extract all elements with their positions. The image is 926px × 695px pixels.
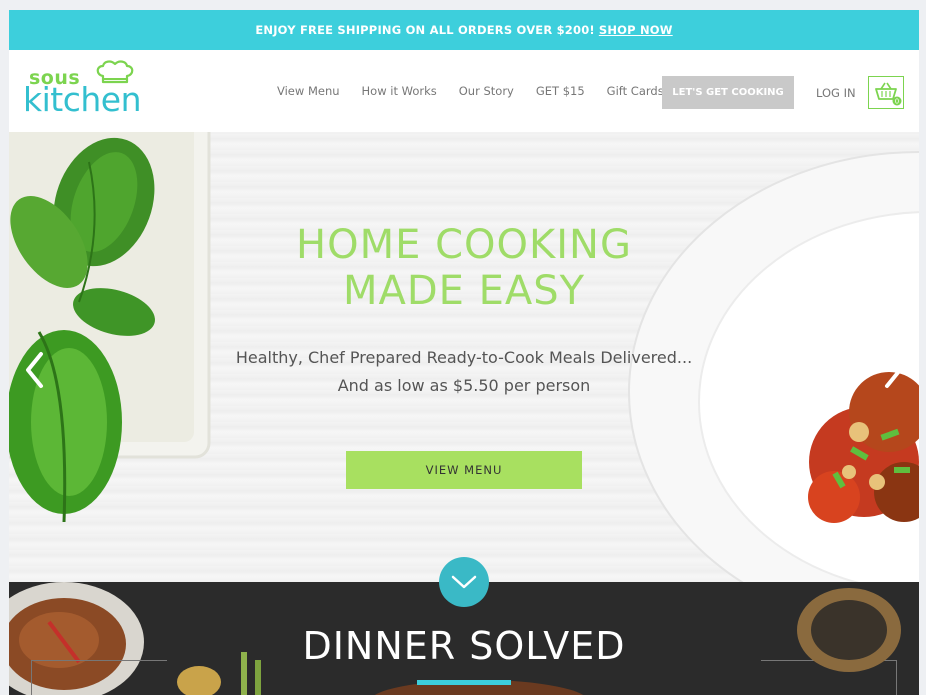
hero-title-line-2: MADE EASY bbox=[342, 268, 586, 314]
scroll-down-button[interactable] bbox=[439, 557, 489, 607]
cart-button[interactable]: 0 bbox=[868, 76, 904, 109]
main-nav: View Menu How it Works Our Story GET $15… bbox=[277, 50, 686, 132]
hero-subtitle: Healthy, Chef Prepared Ready-to-Cook Mea… bbox=[9, 344, 919, 400]
nav-get-15[interactable]: GET $15 bbox=[536, 84, 585, 98]
page-frame: ENJOY FREE SHIPPING ON ALL ORDERS OVER $… bbox=[9, 10, 919, 695]
lets-get-cooking-button[interactable]: LET'S GET COOKING bbox=[662, 76, 794, 109]
hero: HOME COOKING MADE EASY Healthy, Chef Pre… bbox=[9, 132, 919, 582]
promo-bar: ENJOY FREE SHIPPING ON ALL ORDERS OVER $… bbox=[9, 10, 919, 50]
logo[interactable]: sous kitchen bbox=[23, 60, 153, 122]
nav-how-it-works[interactable]: How it Works bbox=[362, 84, 437, 98]
hero-title-line-1: HOME COOKING bbox=[296, 222, 632, 268]
cart-count: 0 bbox=[895, 98, 899, 106]
section-title: DINNER SOLVED bbox=[302, 624, 626, 668]
hero-subtitle-line-1: Healthy, Chef Prepared Ready-to-Cook Mea… bbox=[235, 348, 693, 367]
nav-gift-cards[interactable]: Gift Cards bbox=[607, 84, 664, 98]
chevron-down-icon bbox=[451, 575, 477, 589]
promo-text: ENJOY FREE SHIPPING ON ALL ORDERS OVER $… bbox=[255, 23, 595, 37]
chevron-right-icon[interactable] bbox=[881, 350, 905, 390]
section-title-underline bbox=[417, 680, 511, 685]
site-header: sous kitchen View Menu How it Works Our … bbox=[9, 50, 919, 132]
hero-subtitle-line-2: And as low as $5.50 per person bbox=[337, 376, 591, 395]
chef-hat-icon bbox=[96, 60, 134, 84]
cart-icon: 0 bbox=[875, 82, 902, 106]
hero-title: HOME COOKING MADE EASY bbox=[9, 222, 919, 314]
nav-view-menu[interactable]: View Menu bbox=[277, 84, 340, 98]
view-menu-button[interactable]: VIEW MENU bbox=[346, 451, 582, 489]
chevron-left-icon[interactable] bbox=[23, 350, 47, 390]
nav-our-story[interactable]: Our Story bbox=[459, 84, 514, 98]
login-link[interactable]: LOG IN bbox=[816, 86, 856, 100]
shop-now-link[interactable]: SHOP NOW bbox=[599, 23, 673, 37]
